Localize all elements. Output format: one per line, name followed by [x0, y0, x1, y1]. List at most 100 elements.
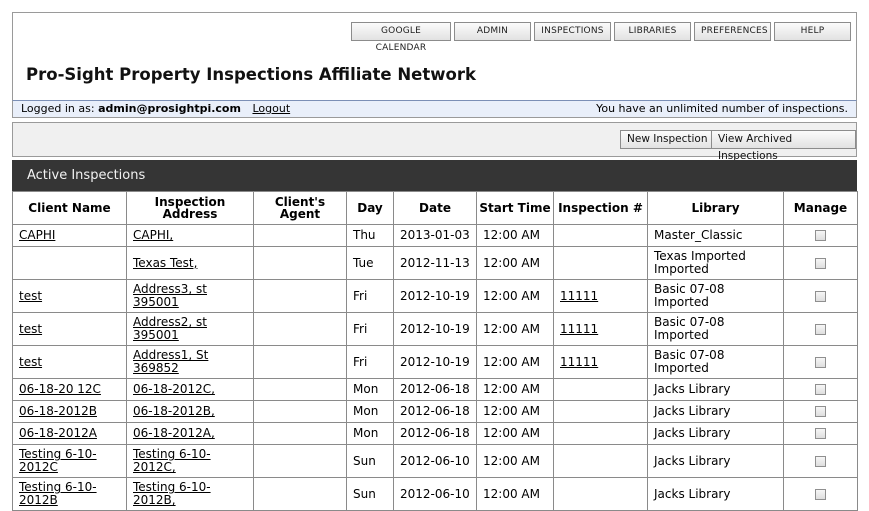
manage-checkbox[interactable] [815, 488, 826, 500]
nav-google-calendar-button[interactable]: GOOGLE CALENDAR [351, 22, 451, 53]
agent-cell [253, 444, 347, 478]
library-cell: Basic 07-08 Imported [647, 312, 784, 346]
table-row: test Address2, st 395001 Fri 2012-10-19 … [12, 312, 858, 346]
library-cell: Jacks Library [647, 378, 784, 401]
time-cell: 12:00 AM [476, 422, 554, 445]
date-cell: 2012-11-13 [393, 246, 477, 280]
library-cell: Jacks Library [647, 422, 784, 445]
site-title: Pro-Sight Property Inspections Affiliate… [26, 65, 476, 84]
table-row: Texas Test, Tue 2012-11-13 12:00 AM Texa… [12, 246, 858, 280]
address-link[interactable]: 06-18-2012B, [133, 404, 215, 418]
date-cell: 2012-10-19 [393, 279, 477, 313]
time-cell: 12:00 AM [476, 477, 554, 511]
col-library[interactable]: Library [647, 191, 784, 225]
table-row: 06-18-20 12C 06-18-2012C, Mon 2012-06-18… [12, 378, 858, 401]
library-cell: Basic 07-08 Imported [647, 345, 784, 379]
manage-checkbox[interactable] [815, 384, 826, 395]
date-cell: 2012-06-18 [393, 422, 477, 445]
date-cell: 2012-10-19 [393, 312, 477, 346]
panel-title: Active Inspections [27, 168, 146, 183]
table-row: 06-18-2012B 06-18-2012B, Mon 2012-06-18 … [12, 400, 858, 423]
time-cell: 12:00 AM [476, 279, 554, 313]
time-cell: 12:00 AM [476, 224, 554, 247]
date-cell: 2012-06-18 [393, 400, 477, 423]
nav-help-button[interactable]: HELP [774, 22, 851, 41]
manage-checkbox[interactable] [815, 455, 826, 467]
col-date[interactable]: Date [393, 191, 477, 225]
manage-checkbox[interactable] [815, 356, 826, 368]
client-link[interactable]: 06-18-2012B [19, 404, 97, 418]
address-link[interactable]: Address3, st 395001 [133, 282, 207, 309]
time-cell: 12:00 AM [476, 345, 554, 379]
client-link[interactable]: CAPHI [19, 228, 55, 242]
agent-cell [253, 279, 347, 313]
manage-checkbox[interactable] [815, 230, 826, 241]
col-inspection-number[interactable]: Inspection # [553, 191, 648, 225]
nav-inspections-button[interactable]: INSPECTIONS [534, 22, 611, 41]
inspection-number-link[interactable]: 11111 [560, 355, 598, 369]
logout-link[interactable]: Logout [252, 102, 290, 115]
day-cell: Mon [346, 400, 394, 423]
day-cell: Sun [346, 477, 394, 511]
day-cell: Fri [346, 279, 394, 313]
address-link[interactable]: Address2, st 395001 [133, 315, 207, 342]
active-inspections-header: Active Inspections [12, 160, 857, 191]
date-cell: 2012-06-10 [393, 477, 477, 511]
table-row: test Address1, St 369852 Fri 2012-10-19 … [12, 345, 858, 379]
address-link[interactable]: Testing 6-10-2012B, [133, 480, 211, 507]
date-cell: 2013-01-03 [393, 224, 477, 247]
inspection-number-link[interactable]: 11111 [560, 289, 598, 303]
manage-checkbox[interactable] [815, 257, 826, 269]
time-cell: 12:00 AM [476, 246, 554, 280]
col-day[interactable]: Day [346, 191, 394, 225]
top-nav: GOOGLE CALENDAR ADMIN INSPECTIONS LIBRAR… [351, 22, 851, 53]
new-inspection-button[interactable]: New Inspection [620, 130, 715, 149]
client-link[interactable]: Testing 6-10-2012C [19, 447, 97, 474]
client-link[interactable]: 06-18-20 12C [19, 382, 101, 396]
manage-checkbox[interactable] [815, 406, 826, 417]
manage-checkbox[interactable] [815, 290, 826, 302]
table-row: CAPHI CAPHI, Thu 2013-01-03 12:00 AM Mas… [12, 224, 858, 247]
time-cell: 12:00 AM [476, 400, 554, 423]
address-link[interactable]: Address1, St 369852 [133, 348, 208, 375]
agent-cell [253, 246, 347, 280]
library-cell: Jacks Library [647, 477, 784, 511]
library-cell: Jacks Library [647, 400, 784, 423]
user-bar: Logged in as: admin@prosightpi.com Logou… [12, 100, 857, 118]
client-link[interactable]: test [19, 355, 42, 369]
address-link[interactable]: Testing 6-10-2012C, [133, 447, 211, 474]
address-link[interactable]: 06-18-2012C, [133, 382, 215, 396]
view-archived-inspections-button[interactable]: View Archived Inspections [711, 130, 856, 162]
address-link[interactable]: 06-18-2012A, [133, 426, 215, 440]
col-client-name[interactable]: Client Name [12, 191, 127, 225]
nav-admin-button[interactable]: ADMIN [454, 22, 531, 41]
client-link[interactable]: Testing 6-10-2012B [19, 480, 97, 507]
col-inspection-address[interactable]: Inspection Address [126, 191, 254, 225]
agent-cell [253, 378, 347, 401]
agent-cell [253, 224, 347, 247]
client-link[interactable]: test [19, 289, 42, 303]
nav-libraries-button[interactable]: LIBRARIES [614, 22, 691, 41]
client-link[interactable]: test [19, 322, 42, 336]
col-clients-agent[interactable]: Client's Agent [253, 191, 347, 225]
time-cell: 12:00 AM [476, 312, 554, 346]
day-cell: Mon [346, 422, 394, 445]
address-link[interactable]: CAPHI, [133, 228, 173, 242]
nav-preferences-button[interactable]: PREFERENCES [694, 22, 771, 41]
library-cell: Texas Imported Imported [647, 246, 784, 280]
login-info: Logged in as: admin@prosightpi.com Logou… [21, 101, 290, 117]
agent-cell [253, 345, 347, 379]
manage-checkbox[interactable] [815, 428, 826, 439]
table-row: Testing 6-10-2012B Testing 6-10-2012B, S… [12, 477, 858, 511]
col-start-time[interactable]: Start Time [476, 191, 554, 225]
library-cell: Basic 07-08 Imported [647, 279, 784, 313]
inspection-number-link[interactable]: 11111 [560, 322, 598, 336]
day-cell: Mon [346, 378, 394, 401]
client-link[interactable]: 06-18-2012A [19, 426, 97, 440]
table-header-row: Client Name Inspection Address Client's … [12, 191, 858, 225]
manage-checkbox[interactable] [815, 323, 826, 335]
agent-cell [253, 400, 347, 423]
date-cell: 2012-10-19 [393, 345, 477, 379]
table-row: test Address3, st 395001 Fri 2012-10-19 … [12, 279, 858, 313]
address-link[interactable]: Texas Test, [133, 256, 197, 270]
